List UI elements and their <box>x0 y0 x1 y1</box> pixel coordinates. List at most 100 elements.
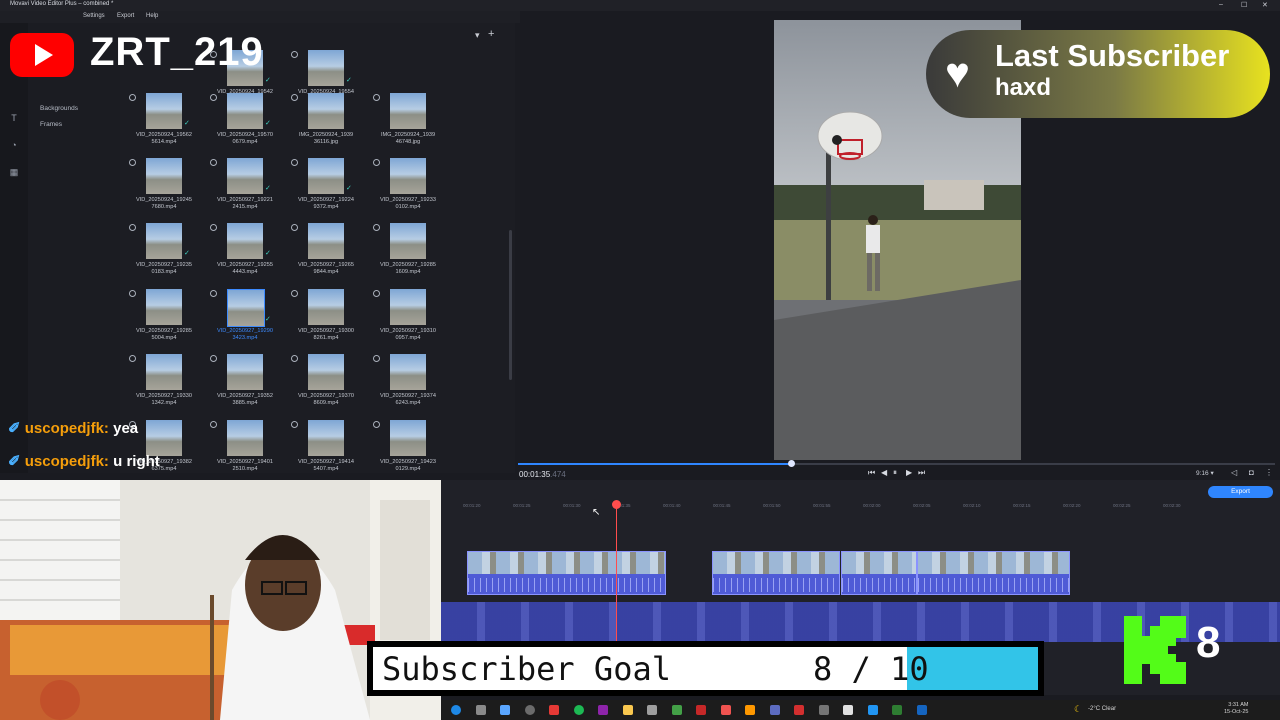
media-tile[interactable]: IMG_20250924_1939 36116.jpg <box>286 91 366 153</box>
select-radio[interactable] <box>291 421 298 428</box>
select-radio[interactable] <box>129 224 136 231</box>
media-tile[interactable]: ✓ VID_20250927_19235 0183.mp4 <box>124 221 204 283</box>
media-tile[interactable]: VID_20250927_19352 3885.mp4 <box>205 352 285 414</box>
app-icon[interactable] <box>794 705 804 715</box>
select-radio[interactable] <box>373 94 380 101</box>
app-icon[interactable] <box>892 705 902 715</box>
app-icon[interactable] <box>623 705 633 715</box>
pause-icon[interactable]: ⏸ <box>893 468 897 478</box>
app-icon[interactable] <box>917 705 927 715</box>
media-tile[interactable]: VID_20250927_19401 2510.mp4 <box>205 418 285 480</box>
spotify-icon[interactable] <box>574 705 584 715</box>
select-radio[interactable] <box>373 290 380 297</box>
timeline-ruler[interactable]: 00:01:20 00:01:25 00:01:30 00:01:35 00:01:40… <box>441 500 1280 510</box>
select-radio[interactable] <box>373 224 380 231</box>
maximize-icon[interactable]: ☐ <box>1241 1 1247 9</box>
select-radio[interactable] <box>291 224 298 231</box>
menu-export[interactable]: Export <box>117 13 134 19</box>
select-radio[interactable] <box>291 355 298 362</box>
minimize-icon[interactable]: – <box>1219 1 1223 8</box>
side-item-frames[interactable]: Frames <box>40 121 62 128</box>
media-tile[interactable]: ✓ VID_20250927_19255 4443.mp4 <box>205 221 285 283</box>
app-icon[interactable] <box>500 705 510 715</box>
media-tile[interactable]: VID_20250927_19265 9844.mp4 <box>286 221 366 283</box>
progress-knob[interactable] <box>788 460 795 467</box>
media-tile[interactable]: VID_20250927_19310 0957.mp4 <box>368 287 448 349</box>
select-radio[interactable] <box>291 94 298 101</box>
side-item-backgrounds[interactable]: Backgrounds <box>40 105 78 112</box>
media-tile[interactable]: IMG_20250924_1939 46748.jpg <box>368 91 448 153</box>
select-radio[interactable] <box>373 421 380 428</box>
media-scrollbar[interactable] <box>509 230 512 380</box>
media-icon[interactable] <box>525 705 535 715</box>
timeline-clip[interactable] <box>917 551 1070 595</box>
aspect-ratio-select[interactable]: 9:16 ▾ <box>1196 469 1214 477</box>
filter-icon[interactable]: ▾ <box>475 30 480 41</box>
media-tile[interactable]: VID_20250927_19423 0129.mp4 <box>368 418 448 480</box>
explorer-icon[interactable] <box>476 705 486 715</box>
select-radio[interactable] <box>210 224 217 231</box>
select-radio[interactable] <box>129 290 136 297</box>
prev-frame-icon[interactable]: ◀ <box>881 468 887 477</box>
app-icon[interactable] <box>843 705 853 715</box>
select-radio[interactable] <box>291 51 298 58</box>
snapshot-icon[interactable]: ◘ <box>1249 468 1254 477</box>
timeline-clip[interactable] <box>841 551 917 595</box>
media-tile[interactable]: VID_20250927_19370 8609.mp4 <box>286 352 366 414</box>
select-radio[interactable] <box>129 159 136 166</box>
select-radio[interactable] <box>129 94 136 101</box>
app-icon[interactable] <box>721 705 731 715</box>
media-tile[interactable]: VID_20250927_19285 1609.mp4 <box>368 221 448 283</box>
media-tile[interactable]: VID_20250927_19285 5004.mp4 <box>124 287 204 349</box>
app-icon[interactable] <box>549 705 559 715</box>
media-tile[interactable]: VID_20250927_19414 5407.mp4 <box>286 418 366 480</box>
select-radio[interactable] <box>373 355 380 362</box>
add-media-icon[interactable]: + <box>488 28 494 40</box>
start-icon[interactable] <box>451 705 461 715</box>
media-tile[interactable]: VID_20250927_19374 6243.mp4 <box>368 352 448 414</box>
skip-forward-icon[interactable]: ⏭ <box>918 468 925 478</box>
more-tools-icon[interactable]: ▦ <box>9 167 19 177</box>
select-radio[interactable] <box>210 159 217 166</box>
media-tile[interactable]: VID_20250927_19233 0102.mp4 <box>368 156 448 218</box>
media-tile[interactable]: ✓ VID_20250924_19570 0679.mp4 <box>205 91 285 153</box>
select-radio[interactable] <box>210 290 217 297</box>
skip-back-icon[interactable]: ⏮ <box>868 468 875 478</box>
close-icon[interactable]: ✕ <box>1262 1 1268 9</box>
next-frame-icon[interactable]: ▶ <box>906 468 912 477</box>
media-tile[interactable]: ✓ VID_20250927_19221 2415.mp4 <box>205 156 285 218</box>
volume-icon[interactable]: ◁ <box>1231 468 1237 477</box>
media-tile[interactable]: VID_20250924_19245 7680.mp4 <box>124 156 204 218</box>
select-radio[interactable] <box>291 290 298 297</box>
media-tile[interactable]: VID_20250927_19330 1342.mp4 <box>124 352 204 414</box>
select-radio[interactable] <box>129 355 136 362</box>
media-tile[interactable]: ✓ VID_20250927_19224 9372.mp4 <box>286 156 366 218</box>
timeline-clip[interactable] <box>467 551 666 595</box>
media-tile[interactable]: VID_20250927_19300 8261.mp4 <box>286 287 366 349</box>
app-icon[interactable] <box>672 705 682 715</box>
playhead-handle[interactable] <box>612 500 621 509</box>
app-icon[interactable] <box>598 705 608 715</box>
select-radio[interactable] <box>210 421 217 428</box>
app-icon[interactable] <box>819 705 829 715</box>
menu-help[interactable]: Help <box>146 13 158 19</box>
select-radio[interactable] <box>210 355 217 362</box>
more-icon[interactable]: ⋮ <box>1265 468 1273 477</box>
clock[interactable]: 3:31 AM 15-Oct-25 <box>1224 702 1248 716</box>
select-radio[interactable] <box>373 159 380 166</box>
media-tile[interactable]: ✓ VID_20250927_19290 3423.mp4 <box>205 287 285 349</box>
app-icon[interactable] <box>647 705 657 715</box>
select-radio[interactable] <box>210 94 217 101</box>
app-icon[interactable] <box>770 705 780 715</box>
app-icon[interactable] <box>745 705 755 715</box>
transitions-icon[interactable]: ◔ <box>9 140 19 150</box>
export-button[interactable]: Export <box>1208 486 1273 498</box>
app-icon[interactable] <box>696 705 706 715</box>
used-check-icon: ✓ <box>346 185 352 192</box>
menu-settings[interactable]: Settings <box>83 13 105 19</box>
media-tile[interactable]: ✓ VID_20250924_19562 5614.mp4 <box>124 91 204 153</box>
select-radio[interactable] <box>291 159 298 166</box>
app-icon[interactable] <box>868 705 878 715</box>
timeline-clip[interactable] <box>712 551 840 595</box>
titles-icon[interactable]: T <box>9 113 19 123</box>
